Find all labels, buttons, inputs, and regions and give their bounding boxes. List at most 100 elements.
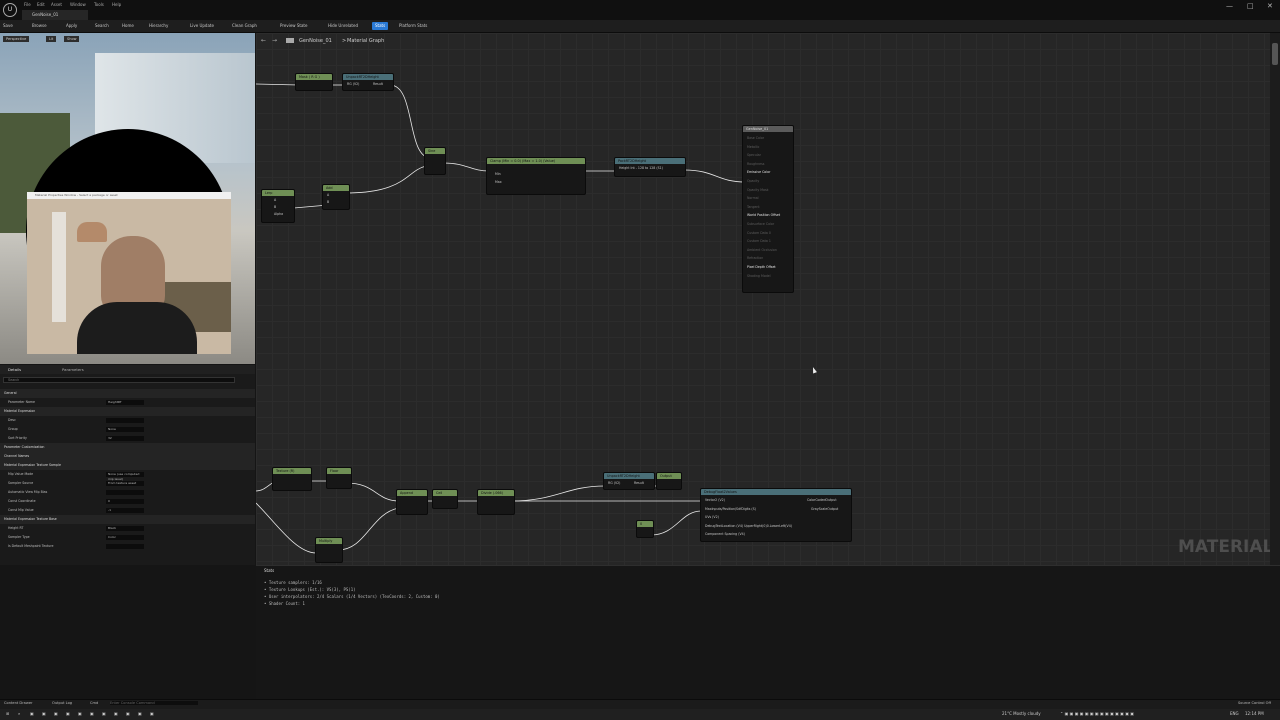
cmd-button[interactable]: Cmd bbox=[90, 701, 98, 705]
content-drawer-button[interactable]: Content Drawer bbox=[4, 701, 33, 705]
debug-pin[interactable]: UVs (V2) bbox=[705, 515, 719, 519]
details-property-value[interactable]: From texture asset bbox=[106, 481, 144, 486]
details-property-row[interactable]: Automatic View Mip Bias bbox=[0, 488, 255, 497]
details-section-header[interactable]: Channel Names bbox=[0, 452, 255, 461]
result-pin[interactable]: Roughness bbox=[747, 162, 764, 166]
menu-help[interactable]: Help bbox=[112, 2, 121, 7]
result-pin[interactable]: Base Color bbox=[747, 136, 764, 140]
details-search-input[interactable] bbox=[3, 377, 235, 383]
details-section-header[interactable]: Material Expression Texture Sample bbox=[0, 461, 255, 470]
details-property-value[interactable]: Black bbox=[106, 526, 144, 531]
result-pin[interactable]: Custom Data 0 bbox=[747, 231, 771, 235]
pin-lerp-a[interactable]: A bbox=[274, 198, 276, 202]
pin-unpack2-rg[interactable]: RG (V2) bbox=[608, 481, 620, 485]
debug-pin[interactable]: Vector2 (V2) bbox=[705, 498, 725, 502]
details-section-header[interactable]: Material Expression Texture Base bbox=[0, 515, 255, 524]
details-property-value[interactable] bbox=[106, 490, 144, 495]
taskbar-app-icon[interactable]: ▣ bbox=[30, 711, 34, 716]
node-append[interactable]: Append bbox=[396, 489, 428, 515]
minimize-icon[interactable]: — bbox=[1226, 2, 1233, 10]
lit-tag[interactable]: Lit bbox=[46, 36, 57, 42]
menu-tools[interactable]: Tools bbox=[94, 2, 104, 7]
taskbar-app-icon[interactable]: ▣ bbox=[102, 711, 106, 716]
menu-file[interactable]: File bbox=[24, 2, 31, 7]
details-property-value[interactable]: Color bbox=[106, 535, 144, 540]
details-property-row[interactable]: Group None bbox=[0, 425, 255, 434]
result-pin[interactable]: Emissive Color bbox=[747, 170, 770, 174]
node-clamp[interactable]: Clamp (Min = 0.0) (Max = 1.0) (Value) Mi… bbox=[486, 157, 586, 195]
details-property-row[interactable]: Sampler Source From texture asset bbox=[0, 479, 255, 488]
details-property-value[interactable]: -1 bbox=[106, 508, 144, 513]
taskbar-app-icon[interactable]: ▣ bbox=[150, 711, 154, 716]
node-mask[interactable]: Mask ( R G ) bbox=[295, 73, 333, 91]
taskbar-app-icon[interactable]: ▣ bbox=[66, 711, 70, 716]
hide-unrelated-button[interactable]: Hide Unrelated bbox=[328, 22, 358, 30]
pin-unpack2-result[interactable]: Result bbox=[634, 481, 644, 485]
details-property-row[interactable]: Mip Value Mode None (use computed mip lev… bbox=[0, 470, 255, 481]
tray-icons[interactable]: ⌃ ▣ ▣ ▣ ▣ ▣ ▣ ▣ ▣ ▣ ▣ ▣ ▣ ▣ ▣ bbox=[1060, 711, 1134, 716]
tab-parameters[interactable]: Parameters bbox=[62, 367, 84, 372]
node-floor[interactable]: Floor bbox=[326, 467, 352, 489]
details-property-row[interactable]: Parameter Name HeightRT bbox=[0, 398, 255, 407]
pin-debug-grayscale[interactable]: GrayScaleOutput bbox=[811, 507, 838, 511]
node-add[interactable]: Add A B bbox=[322, 184, 350, 210]
menu-edit[interactable]: Edit bbox=[37, 2, 45, 7]
pin-add-a[interactable]: A bbox=[327, 193, 329, 197]
result-pin[interactable]: Opacity Mask bbox=[747, 188, 768, 192]
debug-pin[interactable]: DebugTextLocation (V4) UpperRight(0)0.Lo… bbox=[705, 524, 792, 528]
node-sine[interactable]: Sine bbox=[424, 147, 446, 175]
details-property-row[interactable]: Sort Priority 32 bbox=[0, 434, 255, 443]
taskbar-app-icon[interactable]: ▣ bbox=[114, 711, 118, 716]
details-property-value[interactable] bbox=[106, 544, 144, 549]
taskbar-app-icon[interactable]: ▣ bbox=[42, 711, 46, 716]
result-pin[interactable]: World Position Offset bbox=[747, 213, 780, 217]
unreal-logo-icon[interactable]: U bbox=[3, 3, 17, 17]
details-section-header[interactable]: Parameter Customization bbox=[0, 443, 255, 452]
language-indicator[interactable]: ENG bbox=[1230, 711, 1239, 716]
weather-status[interactable]: 21°C Mostly cloudy bbox=[1002, 711, 1041, 716]
show-tag[interactable]: Show bbox=[64, 36, 80, 42]
details-property-value[interactable]: HeightRT bbox=[106, 400, 144, 405]
hierarchy-button[interactable]: Hierarchy bbox=[149, 22, 168, 30]
result-pin[interactable]: Opacity bbox=[747, 179, 759, 183]
clean-graph-button[interactable]: Clean Graph bbox=[232, 22, 257, 30]
node-result[interactable]: GenNoise_01 Base Color Metallic Specular Ro… bbox=[742, 125, 794, 293]
graph-scrollbar[interactable] bbox=[1270, 33, 1280, 565]
taskbar-app-icon[interactable]: ▣ bbox=[126, 711, 130, 716]
node-unpack2[interactable]: UnpackRT2DHeight RG (V2) Result bbox=[603, 472, 655, 490]
apply-button[interactable]: Apply bbox=[66, 22, 77, 30]
details-property-row[interactable]: Is Default Meshpaint Texture bbox=[0, 542, 255, 551]
debug-pin[interactable]: Component Spacing (V4) bbox=[705, 532, 745, 536]
stats-button[interactable]: Stats bbox=[372, 22, 389, 30]
result-pin[interactable]: Subsurface Color bbox=[747, 222, 774, 226]
details-property-row[interactable]: Const Coordinate 0 bbox=[0, 497, 255, 506]
windows-start-icon[interactable]: ⊞ bbox=[6, 711, 9, 716]
node-texture[interactable]: Texture (R) bbox=[272, 467, 312, 491]
search-button[interactable]: Search bbox=[95, 22, 109, 30]
source-control-status[interactable]: Source Control Off bbox=[1238, 701, 1271, 705]
menu-window[interactable]: Window bbox=[70, 2, 86, 7]
material-graph-canvas[interactable]: ← → GenNoise_01 > Material Graph Mask (… bbox=[256, 33, 1270, 565]
pin-debug-colorcoded[interactable]: ColorCodedOutput bbox=[807, 498, 837, 502]
platform-stats-button[interactable]: Platform Stats bbox=[399, 22, 427, 30]
details-section-header[interactable]: Material Expression bbox=[0, 407, 255, 416]
node-output[interactable]: Output bbox=[656, 472, 682, 490]
taskbar-app-icon[interactable]: ▣ bbox=[138, 711, 142, 716]
maximize-icon[interactable]: □ bbox=[1247, 2, 1254, 10]
taskbar-app-icon[interactable]: ▣ bbox=[90, 711, 94, 716]
perspective-tag[interactable]: Perspective bbox=[3, 36, 30, 42]
node-pack[interactable]: PackRT2DHeight Height Int - 128 to 128 (… bbox=[614, 157, 686, 177]
node-lerp[interactable]: Lerp A B Alpha bbox=[261, 189, 295, 223]
details-section-header[interactable]: General bbox=[0, 389, 255, 398]
save-button[interactable]: Save bbox=[3, 22, 13, 30]
details-property-value[interactable]: None bbox=[106, 427, 144, 432]
details-property-row[interactable]: Const Mip Value -1 bbox=[0, 506, 255, 515]
details-property-value[interactable]: 32 bbox=[106, 436, 144, 441]
pin-add-b[interactable]: B bbox=[327, 200, 329, 204]
taskbar-app-icon[interactable]: ▣ bbox=[54, 711, 58, 716]
result-pin[interactable]: Custom Data 1 bbox=[747, 239, 771, 243]
result-pin[interactable]: Metallic bbox=[747, 145, 759, 149]
result-pin[interactable]: Specular bbox=[747, 153, 761, 157]
details-property-row[interactable]: Height RT Black bbox=[0, 524, 255, 533]
close-icon[interactable]: ✕ bbox=[1267, 2, 1273, 10]
